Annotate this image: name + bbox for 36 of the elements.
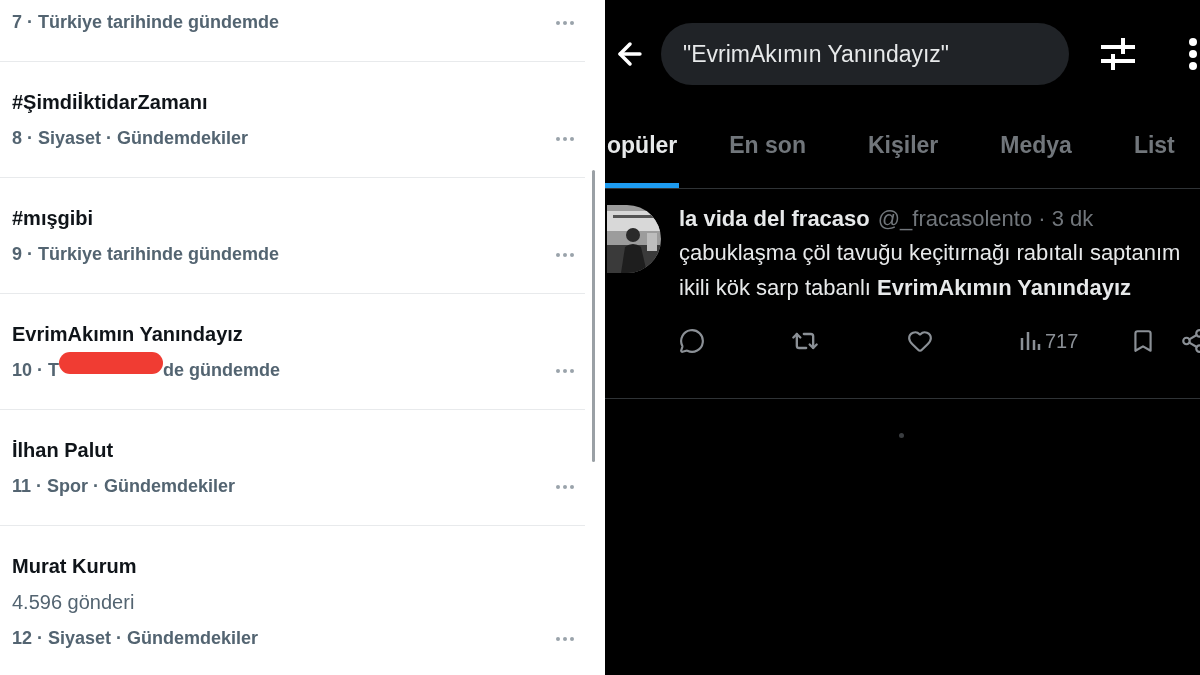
trend-row[interactable]: EvrimAkımın Yanındayız 10 · T de gündemde xyxy=(0,294,585,410)
user-handle: @_fracasolento · 3 dk xyxy=(877,205,1094,233)
trend-meta: 11 · Spor · Gündemdekiler xyxy=(12,475,236,498)
trend-row[interactable]: #mışgibi 9 · Türkiye tarihinde gündemde xyxy=(0,178,585,294)
search-field[interactable]: "EvrimAkımın Yanındayız" xyxy=(661,23,1069,85)
heart-icon[interactable] xyxy=(907,328,933,354)
views-icon[interactable] xyxy=(1019,330,1041,352)
tab[interactable]: List xyxy=(1131,108,1177,188)
user-name[interactable]: la vida del fracaso xyxy=(679,205,870,233)
trend-title: #mışgibi xyxy=(12,206,95,230)
trend-title: İlhan Palut xyxy=(12,438,115,462)
share-icon[interactable] xyxy=(1180,328,1200,354)
trend-meta: de gündemde xyxy=(163,359,281,382)
view-count: 717 xyxy=(1045,329,1079,353)
trend-row[interactable]: 7 · Türkiye tarihinde gündemde xyxy=(0,0,585,62)
tab[interactable]: Medya xyxy=(998,108,1074,188)
tab[interactable]: Kişiler xyxy=(865,108,941,188)
tab[interactable]: opüler xyxy=(605,108,680,188)
trend-title: #ŞimdiİktidarZamanı xyxy=(12,90,209,114)
filter-icon[interactable] xyxy=(1101,38,1135,70)
trend-row[interactable]: İlhan Palut 11 · Spor · Gündemdekiler xyxy=(0,410,585,526)
trend-meta: 7 · Türkiye tarihinde gündemde xyxy=(12,11,280,34)
trend-meta: 9 · Türkiye tarihinde gündemde xyxy=(12,243,280,266)
trend-title: EvrimAkımın Yanındayız xyxy=(12,322,244,346)
trend-meta: 10 · T xyxy=(12,359,59,382)
scrollbar[interactable] xyxy=(592,170,595,462)
tab[interactable]: En son xyxy=(727,108,808,188)
trend-meta: 8 · Siyaset · Gündemdekiler xyxy=(12,127,249,150)
trend-title: Murat Kurum xyxy=(12,554,138,578)
trend-meta: 12 · Siyaset · Gündemdekiler xyxy=(12,627,259,650)
trend-row[interactable]: Murat Kurum 4.596 gönderi 12 · Siyaset · Gündemdekiler xyxy=(0,526,585,675)
reply-icon[interactable] xyxy=(679,328,705,354)
loading-dot xyxy=(899,433,904,438)
tweet-text: çabuklaşma çöl tavuğu keçitırnağı rabıtalı saptanım ikili kök sarp tabanlı EvrimAkımın Yanındayız xyxy=(679,239,1182,302)
trend-row[interactable]: #ŞimdiİktidarZamanı 8 · Siyaset · Gündemdekiler xyxy=(0,62,585,178)
post-count: 4.596 gönderi xyxy=(12,590,136,614)
